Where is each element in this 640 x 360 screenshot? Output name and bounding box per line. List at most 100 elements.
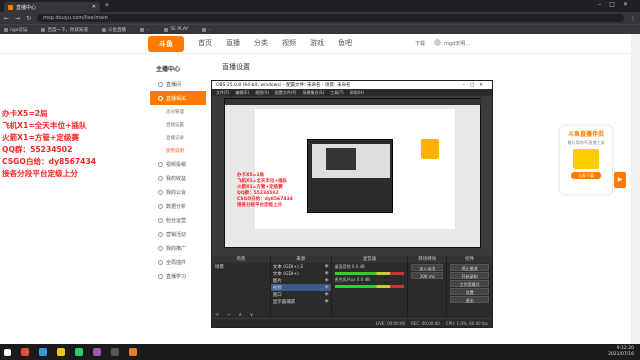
obs-menu-view[interactable]: 视图(V) [255,90,269,96]
scenes-panel: 场景 场景 + − ∧ ∨ [212,256,270,318]
nav-live[interactable]: 直播 [226,38,240,48]
back-icon[interactable]: ← [4,15,9,22]
start-record-button[interactable]: 开始录制 [450,272,489,279]
sidebar-sub-live-settings[interactable]: 直播设置 [150,118,206,131]
sidebar-item-fans[interactable]: 粉丝运营 [150,213,206,227]
nav-yuba[interactable]: 鱼吧 [338,38,352,48]
controls-header: 控件 [447,256,492,263]
obs-preview[interactable]: 办卡X5=2局 飞机X1=全天丰位+插队 火箭X1=方管+定级赛 QQ群：552… [224,98,482,248]
transition-duration[interactable]: 300 ms [411,272,444,279]
sidebar-sub-live-records[interactable]: 直播记录 [150,131,206,144]
sources-header: 来源 [270,256,331,263]
reload-icon[interactable]: ↻ [26,15,31,22]
app-icon[interactable] [129,348,137,356]
companion-ad[interactable]: 斗鱼直播伴侣 最好用的PC直播工具 立即下载 [560,126,612,194]
bookmark-icon [41,27,46,32]
obs-title-bar: OBS 25.0.8 (64-bit, windows) - 配置文件: 未命名… [212,81,492,89]
bookmark-item[interactable]: 百度一下，你就知道 [41,27,88,33]
bookmark-item[interactable]: 斗鱼直播 [101,27,126,33]
chrome-icon[interactable] [75,348,83,356]
scene-item[interactable]: 场景 [212,263,270,271]
page-scrollbar[interactable] [631,34,640,344]
source-item[interactable]: 文本 (GDI+) 2 ◉ [271,263,331,270]
sidebar-item-guild[interactable]: 我的公会 [150,185,206,199]
window-controls[interactable]: –□✕ [598,1,636,8]
sidebar-item-learning[interactable]: 直播学习 [150,269,206,283]
visibility-icon[interactable]: ◉ [325,264,329,269]
menu-icon[interactable]: ⋮ [630,15,636,22]
bookmark-icon [4,27,8,32]
visibility-icon[interactable]: ◉ [325,285,329,290]
folder-icon[interactable] [57,348,65,356]
nav-video[interactable]: 视频 [282,38,296,48]
sidebar-sub-instructions[interactable]: 使用说明 [150,144,206,157]
url-field[interactable]: msp.douyu.com/live/main [37,14,624,22]
app-icon[interactable] [93,348,101,356]
sidebar-item-room[interactable]: 直播间 [150,77,206,91]
nav-category[interactable]: 分类 [254,38,268,48]
transitions-panel: 转场特效 淡入淡出 300 ms [408,256,447,318]
bookmark-item[interactable]: ... [202,27,213,32]
settings-button[interactable]: 设置 [450,288,489,295]
visibility-icon[interactable]: ◉ [325,292,329,297]
bookmark-icon [101,27,106,32]
volume-meter[interactable] [334,272,405,275]
studio-mode-button[interactable]: 工作室模式 [450,280,489,287]
source-item[interactable]: 显示器捕获 ◉ [271,298,331,305]
source-item[interactable]: 文本 (GDI+) ◉ [271,270,331,277]
nav-game[interactable]: 游戏 [310,38,324,48]
app-icon[interactable] [39,348,47,356]
obs-window-controls[interactable]: –□✕ [463,83,488,88]
preview-ad [421,139,439,159]
obs-menu-profile[interactable]: 配置文件(P) [275,90,297,96]
main-nav: 首页 直播 分类 视频 游戏 鱼吧 [198,38,352,48]
sidebar-item-video[interactable]: 视频投稿 [150,157,206,171]
side-play-button[interactable]: ▶ [614,172,626,188]
windows-start-icon[interactable] [4,348,11,356]
bookmark-item[interactable]: nga论坛 [4,27,27,33]
visibility-icon[interactable]: ◉ [325,278,329,283]
address-bar-row: ← → ↻ msp.douyu.com/live/main ⋮ [0,12,640,24]
obs-menu-edit[interactable]: 编辑(E) [235,90,249,96]
obs-icon[interactable] [111,348,119,356]
download-link[interactable]: 下载 [415,40,425,47]
obs-menu-tools[interactable]: 工具(T) [330,90,344,96]
new-tab-icon[interactable]: + [104,1,110,9]
avatar[interactable] [434,39,441,46]
sidebar-item-data[interactable]: 数据分析 [150,199,206,213]
obs-menu-bar: 文件(F) 编辑(E) 视图(V) 配置文件(P) 场景集合(S) 工具(T) … [212,89,492,96]
obs-menu-file[interactable]: 文件(F) [216,90,229,96]
sidebar-item-income[interactable]: 我的收益 [150,171,206,185]
guild-icon [158,189,163,195]
sidebar-sub-room-manage[interactable]: 房间管理 [150,105,206,118]
visibility-icon[interactable]: ◉ [325,299,329,304]
sidebar-item-marketing[interactable]: 营销活动 [150,227,206,241]
douyu-logo[interactable]: 斗鱼 [148,36,184,52]
scenes-header: 场景 [212,256,270,263]
close-tab-icon[interactable]: ✕ [92,4,96,10]
mixer-header: 混音器 [331,256,408,263]
source-item[interactable]: 图片 ◉ [271,277,331,284]
system-tray-clock[interactable]: 9:12:20 2021/07/16 [608,346,634,358]
sidebar-item-live-related[interactable]: 直播相关 [150,91,206,105]
browser-tab[interactable]: 直播中心 ✕ [4,2,100,12]
sidebar-item-plugins[interactable]: 全局插件 [150,255,206,269]
obs-menu-scene-collection[interactable]: 场景集合(S) [302,90,324,96]
username[interactable]: mgd天明... [444,40,470,47]
bookmark-item[interactable]: 5E PLAY [164,27,188,32]
forward-icon[interactable]: → [15,15,20,22]
obs-menu-help[interactable]: 帮助(H) [350,90,364,96]
nav-home[interactable]: 首页 [198,38,212,48]
volume-meter[interactable] [334,285,405,288]
visibility-icon[interactable]: ◉ [325,271,329,276]
source-item[interactable]: 窗口 ◉ [271,291,331,298]
bookmark-item[interactable]: ... [139,27,150,32]
exit-button[interactable]: 退出 [450,296,489,303]
ad-download-button[interactable]: 立即下载 [571,172,601,179]
stop-stream-button[interactable]: 停止推流 [450,264,489,271]
transition-select[interactable]: 淡入淡出 [411,264,444,271]
source-item[interactable]: 视频 ◉ [270,284,331,291]
app-icon[interactable] [21,348,29,356]
scenes-toolbar[interactable]: + − ∧ ∨ [212,312,270,318]
sidebar-item-promotion[interactable]: 我的推广 [150,241,206,255]
